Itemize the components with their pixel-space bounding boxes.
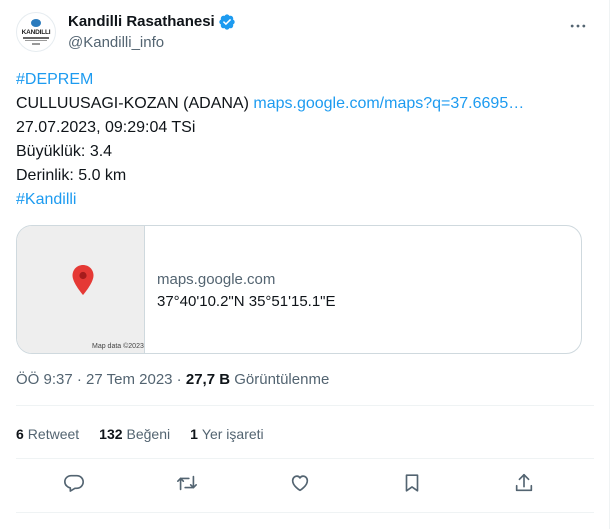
likes-stat[interactable]: 132 Beğeni [99,424,170,444]
card-text: maps.google.com 37°40'10.2"N 35°51'15.1"… [157,270,336,312]
display-name[interactable]: Kandilli Rasathanesi [68,12,215,32]
depth-text: Derinlik: 5.0 km [16,167,127,184]
retweet-icon [177,475,197,491]
views-label: Görüntülenme [230,371,330,388]
avatar-logo-line [25,39,47,42]
tweet-stats: 6 Retweet 132 Beğeni 1 Yer işareti [16,424,264,444]
display-name-row[interactable]: Kandilli Rasathanesi [68,12,236,32]
tweet-container: KANDILLI Kandilli Rasathanesi @Kandilli_… [0,0,610,529]
tweet-header: KANDILLI Kandilli Rasathanesi @Kandilli_… [16,10,594,54]
magnitude-text: Büyüklük: 3.4 [16,143,113,160]
map-pin-icon [72,265,94,295]
share-button[interactable] [511,470,537,496]
tweet-meta: ÖÖ 9:37 · 27 Tem 2023 · 27,7 B Görüntüle… [16,370,329,390]
bookmarks-label: Yer işareti [201,426,264,442]
meta-separator: · [72,371,87,388]
location-text: CULLUUSAGI-KOZAN (ADANA) [16,95,254,112]
likes-count: 132 [99,426,123,442]
verified-badge-icon[interactable] [218,13,236,31]
likes-label: Beğeni [126,426,171,442]
user-names: Kandilli Rasathanesi @Kandilli_info [68,12,236,53]
hashtag-deprem[interactable]: #DEPREM [16,71,93,88]
like-button[interactable] [287,470,313,496]
card-coordinates: 37°40'10.2"N 35°51'15.1"E [157,293,336,310]
bookmark-icon [405,474,419,492]
divider [16,405,594,406]
divider [16,512,594,513]
map-thumbnail[interactable]: Map data ©2023 [17,226,145,353]
retweets-count: 6 [16,426,24,442]
heart-icon [291,475,309,492]
avatar-logo-line [23,37,49,39]
bookmarks-count: 1 [190,426,198,442]
user-handle[interactable]: @Kandilli_info [68,33,236,53]
bookmark-button[interactable] [399,470,425,496]
card-domain: maps.google.com [157,271,276,288]
logo-drop-icon [31,19,41,28]
tweet-date[interactable]: 27 Tem 2023 [86,371,172,388]
views-count[interactable]: 27,7 B [186,371,230,388]
avatar-logo-line [32,43,40,45]
retweet-button[interactable] [174,470,200,496]
datetime-text: 27.07.2023, 09:29:04 TSi [16,119,196,136]
avatar[interactable]: KANDILLI [16,12,56,52]
tweet-time[interactable]: ÖÖ 9:37 [16,371,73,388]
map-attribution: Map data ©2023 [92,343,144,350]
retweets-stat[interactable]: 6 Retweet [16,424,79,444]
bookmarks-stat[interactable]: 1 Yer işareti [190,424,264,444]
reply-button[interactable] [61,470,87,496]
hashtag-kandilli[interactable]: #Kandilli [16,191,76,208]
more-icon[interactable] [566,14,590,38]
avatar-logo-text: KANDILLI [21,29,51,37]
tweet-text: #DEPREM CULLUUSAGI-KOZAN (ADANA) maps.go… [16,68,594,212]
divider [16,458,594,459]
retweets-label: Retweet [27,426,80,442]
reply-icon [64,474,84,492]
maps-link[interactable]: maps.google.com/maps?q=37.6695… [253,95,524,112]
share-icon [515,473,533,492]
meta-separator: · [172,371,186,388]
action-bar [16,470,594,496]
link-card[interactable]: Map data ©2023 maps.google.com 37°40'10.… [16,225,582,354]
